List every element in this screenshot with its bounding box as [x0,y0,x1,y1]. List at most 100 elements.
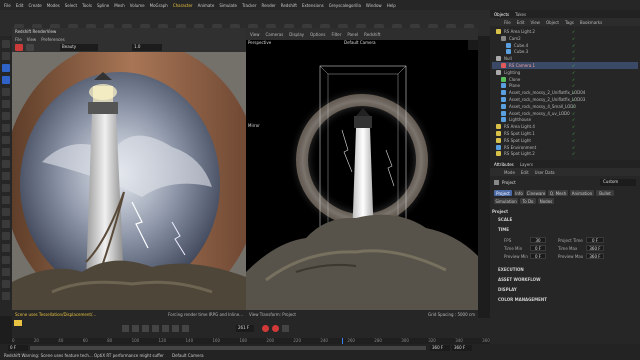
project-time-field[interactable]: 0 F [586,237,604,243]
attr-btn-nodes[interactable]: Nodes [538,198,554,204]
visibility-check-icon[interactable]: ✓ [572,145,575,150]
tool-button[interactable] [2,64,10,72]
om-menu-bookmarks[interactable]: Bookmarks [580,20,602,25]
visibility-check-icon[interactable]: ✓ [572,97,575,102]
keyframe-icon[interactable] [14,320,22,326]
visibility-check-icon[interactable]: ✓ [572,131,575,136]
prev-key-button[interactable] [132,325,139,332]
range-end-field-2[interactable]: 360 F [452,345,472,351]
tab-takes[interactable]: Takes [515,12,526,17]
menu-volume[interactable]: Volume [130,3,145,8]
next-key-button[interactable] [172,325,179,332]
tool-button[interactable] [2,280,10,288]
attr-btn-todo[interactable]: To Do [520,198,536,204]
scale-group[interactable]: SCALE [498,216,512,223]
visibility-check-icon[interactable]: ✓ [572,151,575,156]
menu-extensions[interactable]: Extensions [302,3,324,8]
time-max-field[interactable]: 360 F [586,245,604,251]
menu-spline[interactable]: Spline [97,3,109,8]
menu-select[interactable]: Select [65,3,77,8]
tool-button[interactable] [2,100,10,108]
vp-menu-redshift[interactable]: Redshift [364,32,380,37]
menu-mograph[interactable]: MoGraph [150,3,168,8]
menu-render[interactable]: Render [261,3,275,8]
autokey-button[interactable] [272,325,279,332]
visibility-check-icon[interactable]: ✓ [572,90,575,95]
menu-simulate[interactable]: Simulate [219,3,237,8]
tool-button[interactable] [2,292,10,300]
tool-button[interactable] [2,40,10,48]
visibility-check-icon[interactable]: ✓ [572,104,575,109]
visibility-check-icon[interactable]: ✓ [572,83,575,88]
menu-tracker[interactable]: Tracker [242,3,256,8]
tool-button[interactable] [2,232,10,240]
vp-menu-options[interactable]: Options [310,32,325,37]
am-menu-mode[interactable]: Mode [504,170,515,175]
preset-select[interactable]: Custom [600,179,636,186]
menu-create[interactable]: Create [28,3,41,8]
tool-button[interactable] [2,76,10,84]
visibility-check-icon[interactable]: ✓ [572,138,575,143]
menu-animate[interactable]: Animate [198,3,215,8]
om-menu-tags[interactable]: Tags [565,20,574,25]
visibility-check-icon[interactable]: ✓ [572,36,575,41]
om-menu-object[interactable]: Object [546,20,559,25]
om-menu-edit[interactable]: Edit [517,20,525,25]
preview-max-field[interactable]: 360 F [586,253,604,259]
tool-button[interactable] [2,184,10,192]
menu-mesh[interactable]: Mesh [114,3,125,8]
attr-btn-project[interactable]: Project [494,190,512,196]
rv-menu-file[interactable]: File [15,37,22,42]
tool-button[interactable] [2,112,10,120]
aov-select[interactable]: Beauty [60,44,98,51]
record-button[interactable] [262,325,269,332]
am-menu-userdata[interactable]: User Data [535,170,555,175]
tool-button[interactable] [2,172,10,180]
time-group[interactable]: TIME [498,226,509,233]
menu-edit[interactable]: Edit [16,3,24,8]
current-frame-field[interactable]: 261 F [236,325,254,332]
om-menu-file[interactable]: File [504,20,511,25]
rv-menu-preferences[interactable]: Preferences [41,37,65,42]
prev-frame-button[interactable] [142,325,149,332]
visibility-check-icon[interactable]: ✓ [572,117,575,122]
zoom-select[interactable]: 1.0 [132,44,162,51]
am-menu-edit[interactable]: Edit [521,170,529,175]
menu-window[interactable]: Window [366,3,382,8]
attr-btn-cineware[interactable]: Cineware [526,190,546,196]
execution-group[interactable]: EXECUTION [498,266,524,273]
time-min-field[interactable]: 0 F [530,245,546,251]
vp-menu-panel[interactable]: Panel [347,32,358,37]
attr-btn-bullet[interactable]: Bullet [596,190,614,196]
color-management-group[interactable]: COLOR MANAGEMENT [498,296,547,303]
menu-greyscalegorilla[interactable]: Greyscalegorilla [329,3,361,8]
key-selection-button[interactable] [282,325,289,332]
rv-menu-view[interactable]: View [27,37,37,42]
visibility-check-icon[interactable]: ✓ [572,63,575,68]
menu-redshift[interactable]: Redshift [281,3,297,8]
tool-button[interactable] [2,268,10,276]
vp-menu-cameras[interactable]: Cameras [266,32,284,37]
perspective-viewport[interactable]: Perspective Default Camera Mirror [246,40,478,310]
menu-tools[interactable]: Tools [82,3,92,8]
tool-button[interactable] [2,196,10,204]
object-row[interactable]: RS Spot Light.2 ✓ [492,150,638,157]
go-end-button[interactable] [182,325,189,332]
tool-button[interactable] [2,52,10,60]
render-view-image[interactable] [12,52,246,310]
tab-attributes[interactable]: Attributes [494,162,514,167]
tool-button[interactable] [2,220,10,228]
visibility-check-icon[interactable]: ✓ [572,70,575,75]
attr-btn-info[interactable]: Info [514,190,524,196]
preview-min-field[interactable]: 0 F [530,253,546,259]
menu-character[interactable]: Character [173,3,193,8]
menu-modes[interactable]: Modes [47,3,60,8]
menu-help[interactable]: Help [387,3,396,8]
vp-menu-view[interactable]: View [250,32,260,37]
tool-button[interactable] [2,160,10,168]
tool-button[interactable] [2,244,10,252]
visibility-check-icon[interactable]: ✓ [572,111,575,116]
range-end-field[interactable]: 360 F [430,345,450,351]
tool-button[interactable] [2,148,10,156]
next-frame-button[interactable] [162,325,169,332]
